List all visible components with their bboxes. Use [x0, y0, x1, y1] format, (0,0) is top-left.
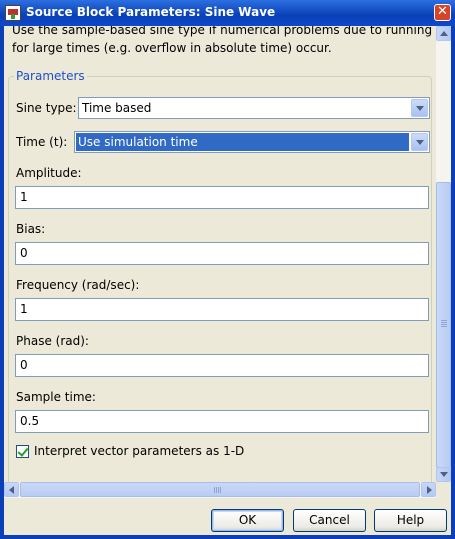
- chevron-down-icon[interactable]: [411, 133, 428, 151]
- vertical-scroll-thumb[interactable]: [436, 182, 451, 468]
- scroll-down-arrow-icon[interactable]: [436, 467, 451, 482]
- simulink-app-icon: [5, 5, 21, 21]
- close-button[interactable]: ✕: [434, 4, 451, 21]
- window-frame-bottom: [0, 535, 455, 539]
- vertical-scrollbar[interactable]: [436, 26, 451, 482]
- sample-time-field[interactable]: 0.5: [15, 410, 429, 433]
- phase-field[interactable]: 0: [15, 354, 429, 377]
- sine-type-dropdown[interactable]: Time based: [78, 97, 430, 119]
- sine-type-label: Sine type:: [16, 101, 77, 115]
- interpret-vector-label[interactable]: Interpret vector parameters as 1-D: [34, 444, 244, 458]
- frequency-field[interactable]: 1: [15, 298, 429, 321]
- bias-label: Bias:: [16, 222, 46, 236]
- interpret-vector-checkbox[interactable]: [16, 445, 29, 458]
- frequency-label: Frequency (rad/sec):: [16, 278, 140, 292]
- time-dropdown[interactable]: Use simulation time: [74, 131, 430, 153]
- cancel-button[interactable]: Cancel: [293, 509, 366, 532]
- scroll-right-arrow-icon[interactable]: [421, 482, 436, 497]
- time-value: Use simulation time: [76, 133, 409, 151]
- amplitude-field[interactable]: 1: [15, 186, 429, 209]
- phase-label: Phase (rad):: [16, 334, 89, 348]
- horizontal-scroll-thumb[interactable]: [20, 482, 420, 497]
- horizontal-scrollbar[interactable]: [4, 482, 436, 498]
- time-label: Time (t):: [16, 135, 68, 149]
- bias-field[interactable]: 0: [15, 242, 429, 265]
- grip-icon: [214, 487, 215, 493]
- parameters-group-title: Parameters: [14, 69, 87, 83]
- chevron-down-icon[interactable]: [411, 99, 428, 117]
- window-title: Source Block Parameters: Sine Wave: [26, 5, 276, 19]
- amplitude-label: Amplitude:: [16, 166, 82, 180]
- scrollbar-corner: [436, 482, 451, 498]
- block-description: Use the sample-based sine type if numeri…: [12, 26, 433, 55]
- ok-button[interactable]: OK: [211, 509, 284, 532]
- window-frame-right: [451, 26, 455, 539]
- scroll-left-arrow-icon[interactable]: [4, 482, 19, 497]
- help-button[interactable]: Help: [374, 509, 447, 532]
- scroll-up-arrow-icon[interactable]: [436, 26, 451, 41]
- parameters-scroll-area[interactable]: Use the sample-based sine type if numeri…: [4, 26, 436, 482]
- sample-time-label: Sample time:: [16, 390, 96, 404]
- sine-type-value: Time based: [82, 101, 152, 115]
- title-bar: Source Block Parameters: Sine Wave ✕: [0, 0, 455, 26]
- grip-icon: [441, 320, 447, 321]
